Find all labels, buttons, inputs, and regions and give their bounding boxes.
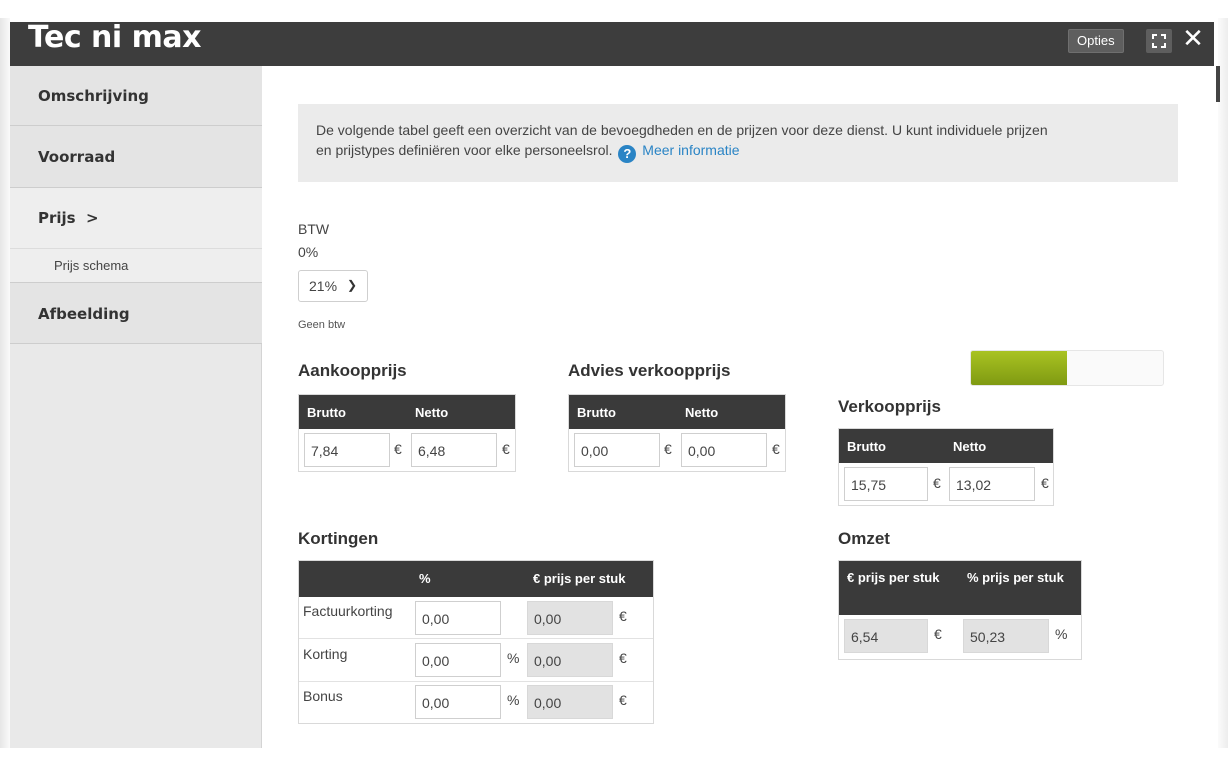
advies-verkoopprijs-table: Brutto Netto 0,00 € 0,00 € [568, 394, 786, 472]
verkoopprijs-brutto-currency: € [933, 475, 941, 491]
btw-selected-value: 21% [309, 278, 338, 294]
btw-select[interactable]: 21% ❯ [298, 270, 368, 302]
verkoopprijs-header-netto: Netto [945, 429, 1053, 463]
kortingen-header-percent: % [411, 561, 525, 597]
title-bar: Tec ni max Opties ✕ [10, 22, 1214, 66]
dialog-title: Tec ni max [28, 22, 202, 55]
verkoopprijs-table: Brutto Netto 15,75 € 13,02 € [838, 428, 1054, 506]
info-text-line1: De volgende tabel geeft een overzicht va… [316, 122, 1048, 138]
bonus-percent-unit: % [507, 692, 520, 708]
factuurkorting-label: Factuurkorting [303, 603, 393, 619]
advies-brutto-input[interactable]: 0,00 [574, 433, 660, 467]
sidebar-subitem-prijs-schema[interactable]: Prijs schema [10, 248, 262, 282]
kortingen-table: % € prijs per stuk Factuurkorting 0,00 0… [298, 560, 654, 724]
verkoopprijs-netto-input[interactable]: 13,02 [949, 467, 1035, 501]
korting-percent-input[interactable]: 0,00 [415, 643, 501, 677]
btw-option-none[interactable]: Geen btw [298, 319, 345, 331]
omzet-price-currency: € [934, 626, 942, 642]
advies-header-brutto: Brutto [569, 395, 677, 429]
bonus-price-currency: € [619, 692, 627, 708]
aankoopprijs-table: Brutto Netto 7,84 € 6,48 € [298, 394, 516, 472]
sidebar-item-afbeelding[interactable]: Afbeelding [10, 282, 262, 344]
help-icon: ? [618, 145, 637, 163]
product-dialog: Tec ni max Opties ✕ Omschrijving Voorraa… [10, 22, 1214, 748]
omzet-header-price: € prijs per stuk [839, 561, 959, 615]
bonus-label: Bonus [303, 688, 343, 704]
advies-netto-input[interactable]: 0,00 [681, 433, 767, 467]
factuurkorting-price-input: 0,00 [527, 601, 613, 635]
btw-option-zero[interactable]: 0% [298, 244, 318, 260]
close-icon[interactable]: ✕ [1178, 24, 1208, 54]
info-panel: De volgende tabel geeft een overzicht va… [298, 104, 1178, 182]
verkoopprijs-title: Verkoopprijs [838, 397, 941, 416]
advies-verkoopprijs-title: Advies verkoopprijs [568, 361, 731, 380]
kortingen-header-label [299, 561, 411, 597]
advies-netto-currency: € [772, 441, 780, 457]
window-shadow-right [1218, 18, 1228, 748]
margin-progress-bar [970, 350, 1164, 386]
aankoopprijs-header-netto: Netto [407, 395, 515, 429]
factuurkorting-percent-input[interactable]: 0,00 [415, 601, 501, 635]
aankoopprijs-netto-currency: € [502, 441, 510, 457]
sidebar-item-prijs[interactable]: Prijs > [10, 188, 262, 248]
btw-label: BTW [298, 221, 330, 237]
korting-percent-unit: % [507, 650, 520, 666]
more-info-link[interactable]: Meer informatie [642, 142, 739, 158]
korting-price-currency: € [619, 650, 627, 666]
korting-price-input: 0,00 [527, 643, 613, 677]
omzet-title: Omzet [838, 529, 890, 548]
aankoopprijs-header-brutto: Brutto [299, 395, 407, 429]
sidebar: Omschrijving Voorraad Prijs > Prijs sche… [10, 66, 262, 748]
chevron-down-icon: ❯ [346, 278, 357, 292]
sidebar-item-voorraad[interactable]: Voorraad [10, 126, 262, 188]
advies-header-netto: Netto [677, 395, 785, 429]
row-divider [299, 638, 653, 639]
margin-progress-fill [971, 351, 1067, 385]
info-text-line2-label: en prijstypes definiëren voor elke perso… [316, 142, 613, 158]
aankoopprijs-brutto-currency: € [394, 441, 402, 457]
omzet-percent-input: 50,23 [963, 619, 1049, 653]
aankoopprijs-brutto-input[interactable]: 7,84 [304, 433, 390, 467]
advies-brutto-currency: € [664, 441, 672, 457]
info-text-line2: en prijstypes definiëren voor elke perso… [316, 140, 1160, 163]
fullscreen-button[interactable] [1146, 29, 1172, 53]
verkoopprijs-brutto-input[interactable]: 15,75 [844, 467, 928, 501]
scrollbar-edge [1216, 66, 1220, 102]
verkoopprijs-netto-currency: € [1041, 475, 1049, 491]
kortingen-title: Kortingen [298, 529, 379, 548]
korting-label: Korting [303, 646, 348, 662]
expand-icon [1152, 34, 1166, 48]
window-shadow-left [0, 18, 10, 748]
options-button[interactable]: Opties [1068, 29, 1124, 53]
omzet-table: € prijs per stuk % prijs per stuk 6,54 €… [838, 560, 1082, 660]
aankoopprijs-title: Aankoopprijs [298, 361, 407, 380]
bonus-percent-input[interactable]: 0,00 [415, 685, 501, 719]
row-divider [299, 681, 653, 682]
bonus-price-input: 0,00 [527, 685, 613, 719]
verkoopprijs-header-brutto: Brutto [839, 429, 945, 463]
aankoopprijs-netto-input[interactable]: 6,48 [411, 433, 497, 467]
omzet-price-input: 6,54 [844, 619, 928, 653]
omzet-header-percent: % prijs per stuk [959, 561, 1081, 615]
sidebar-item-omschrijving[interactable]: Omschrijving [10, 66, 262, 126]
kortingen-header-price: € prijs per stuk [525, 561, 653, 597]
factuurkorting-price-currency: € [619, 608, 627, 624]
omzet-percent-unit: % [1055, 626, 1068, 642]
